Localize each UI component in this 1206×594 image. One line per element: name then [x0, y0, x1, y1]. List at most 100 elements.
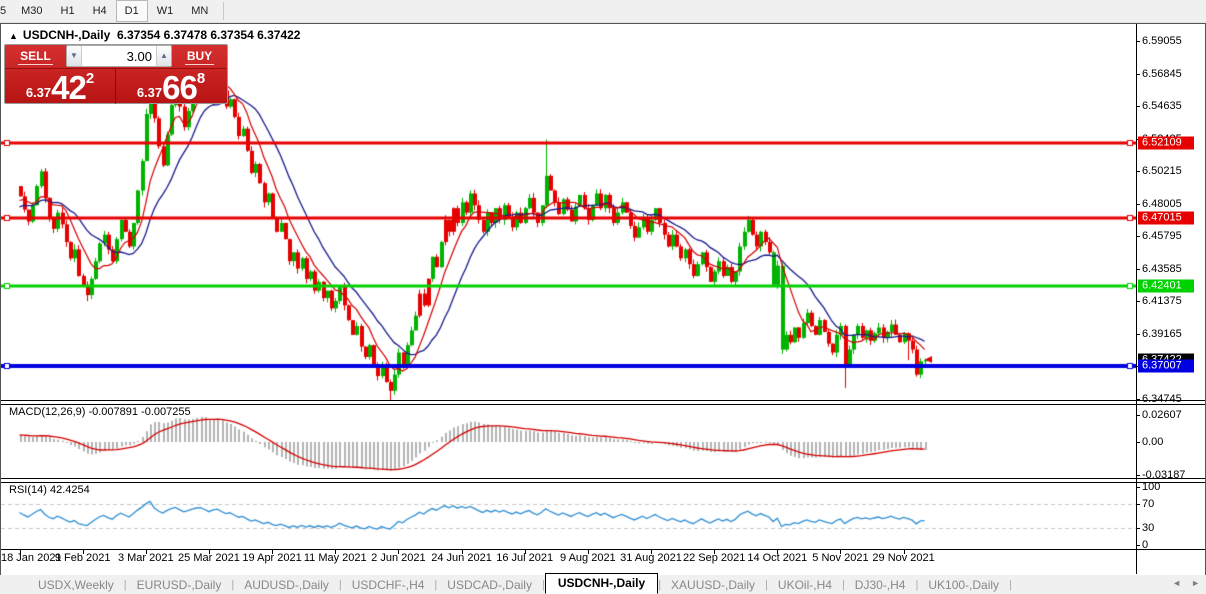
timeframe-button-mn[interactable]: MN — [182, 0, 217, 22]
hline-label: 6.42401 — [1138, 280, 1194, 293]
price-tick-dash — [1136, 399, 1140, 400]
price-tick-label: 6.45795 — [1142, 230, 1182, 242]
chart-tab-ukoil-h4[interactable]: UKOil-,H4 — [768, 577, 842, 593]
buy-price-box[interactable]: 6.37668 — [116, 68, 226, 104]
timeframe-button-m30[interactable]: M30 — [12, 0, 51, 22]
price-tick-label: 6.34745 — [1142, 393, 1182, 405]
chart-tab-uk100-daily[interactable]: UK100-,Daily — [918, 577, 1009, 593]
buy-button[interactable]: BUY — [172, 49, 227, 63]
hline-label: 6.52109 — [1138, 137, 1194, 150]
rsi-tick-dash — [1136, 528, 1140, 529]
rsi-title: RSI(14) 42.4254 — [9, 484, 90, 496]
one-click-trade-panel: SELL ▼ ▲ BUY 6.37422 6.37668 — [4, 44, 228, 104]
date-label: 22 Sep 2021 — [683, 552, 745, 564]
timeframe-toolbar: 5M30H1H4D1W1MN — [0, 0, 1206, 23]
tab-scroll-left-icon[interactable]: ◄ — [1172, 578, 1181, 588]
tab-separator: | — [1009, 579, 1012, 591]
timeframe-button-w1[interactable]: W1 — [148, 0, 183, 22]
rsi-bottom-border — [1, 549, 1205, 550]
date-label: 31 Aug 2021 — [620, 552, 682, 564]
date-label: 29 Nov 2021 — [872, 552, 934, 564]
price-tick-dash — [1136, 301, 1140, 302]
chart-ohlc-values: 6.37354 6.37478 6.37354 6.37422 — [117, 28, 301, 42]
date-label: 14 Oct 2021 — [747, 552, 807, 564]
price-tick-dash — [1136, 269, 1140, 270]
volume-increase-icon[interactable]: ▲ — [156, 46, 171, 66]
date-label: 3 Mar 2021 — [118, 552, 174, 564]
rsi-tick-label: 30 — [1142, 522, 1154, 534]
price-tick-label: 6.59055 — [1142, 35, 1182, 47]
sell-price-sup: 2 — [86, 70, 94, 87]
rsi-tick-label: 100 — [1142, 481, 1160, 493]
main-macd-separator[interactable] — [1, 400, 1205, 405]
hline-label: 6.47015 — [1138, 212, 1194, 225]
timeframe-button-h4[interactable]: H4 — [84, 0, 116, 22]
macd-tick-label: 0.02607 — [1142, 409, 1182, 421]
price-tick-label: 6.48005 — [1142, 198, 1182, 210]
date-label: 5 Nov 2021 — [812, 552, 868, 564]
chart-tab-usdchf-h4[interactable]: USDCHF-,H4 — [342, 577, 435, 593]
macd-tick-dash — [1136, 415, 1140, 416]
price-tick-label: 6.39165 — [1142, 328, 1182, 340]
chart-tab-usdcnh-daily[interactable]: USDCNH-,Daily — [545, 573, 658, 594]
sell-price-prefix: 6.37 — [26, 85, 51, 100]
rsi-tick-dash — [1136, 487, 1140, 488]
volume-stepper: ▼ ▲ — [66, 45, 172, 67]
chart-header: ▲ USDCNH-,Daily 6.37354 6.37478 6.37354 6… — [9, 28, 300, 42]
date-label: 2 Jun 2021 — [371, 552, 425, 564]
sell-price-big: 42 — [51, 73, 86, 103]
chart-symbol-label: USDCNH-,Daily — [23, 28, 110, 42]
toolbar-separator — [223, 2, 224, 20]
price-tick-dash — [1136, 171, 1140, 172]
chart-window: ▲ USDCNH-,Daily 6.37354 6.37478 6.37354 6… — [0, 23, 1206, 576]
macd-tick-label: -0.03187 — [1142, 469, 1185, 481]
date-label: 9 Aug 2021 — [560, 552, 616, 564]
chart-tab-audusd-daily[interactable]: AUDUSD-,Daily — [234, 577, 339, 593]
price-tick-label: 6.56845 — [1142, 68, 1182, 80]
volume-decrease-icon[interactable]: ▼ — [67, 46, 82, 66]
date-label: 19 Apr 2021 — [242, 552, 301, 564]
macd-tick-dash — [1136, 442, 1140, 443]
price-tick-dash — [1136, 106, 1140, 107]
hline-label: 6.37007 — [1138, 359, 1194, 372]
price-tick-label: 6.41375 — [1142, 295, 1182, 307]
date-label: 25 Mar 2021 — [178, 552, 240, 564]
chart-tab-usdx-weekly[interactable]: USDX,Weekly — [28, 577, 124, 593]
volume-input[interactable] — [82, 46, 156, 66]
price-tick-dash — [1136, 334, 1140, 335]
macd-rsi-separator[interactable] — [1, 478, 1205, 483]
collapse-icon[interactable]: ▲ — [9, 31, 18, 41]
tab-scroll-right-icon[interactable]: ► — [1191, 578, 1200, 588]
rsi-tick-label: 0 — [1142, 539, 1148, 551]
buy-price-big: 66 — [162, 73, 197, 103]
date-label: 16 Jul 2021 — [496, 552, 553, 564]
timeframe-button-d1[interactable]: D1 — [116, 0, 148, 22]
price-tick-dash — [1136, 41, 1140, 42]
rsi-tick-dash — [1136, 545, 1140, 546]
chart-tab-eurusd-daily[interactable]: EURUSD-,Daily — [127, 577, 232, 593]
price-tick-dash — [1136, 204, 1140, 205]
sell-price-box[interactable]: 6.37422 — [5, 68, 116, 104]
price-tick-label: 6.54635 — [1142, 100, 1182, 112]
date-label: 18 Jan 2021 — [1, 552, 62, 564]
date-label: 9 Feb 2021 — [55, 552, 111, 564]
buy-price-sup: 8 — [197, 70, 205, 87]
timeframe-button-h1[interactable]: H1 — [52, 0, 84, 22]
timeframe-button-5[interactable]: 5 — [0, 0, 12, 22]
price-tick-label: 6.43585 — [1142, 263, 1182, 275]
chart-tab-xauusd-daily[interactable]: XAUUSD-,Daily — [661, 577, 765, 593]
chart-tab-dj30-h4[interactable]: DJ30-,H4 — [845, 577, 916, 593]
buy-price-prefix: 6.37 — [137, 85, 162, 100]
chart-tab-usdcad-daily[interactable]: USDCAD-,Daily — [437, 577, 542, 593]
rsi-tick-label: 70 — [1142, 498, 1154, 510]
trading-platform-window: 5M30H1H4D1W1MN ▲ USDCNH-,Daily 6.37354 6.… — [0, 0, 1206, 594]
tab-scroll-arrows: ◄ ► — [1172, 578, 1200, 588]
rsi-tick-dash — [1136, 504, 1140, 505]
date-label: 24 Jun 2021 — [431, 552, 492, 564]
date-label: 11 May 2021 — [304, 552, 367, 564]
chart-tab-bar: USDX,Weekly|EURUSD-,Daily|AUDUSD-,Daily|… — [0, 575, 1206, 594]
price-tick-dash — [1136, 74, 1140, 75]
macd-tick-dash — [1136, 475, 1140, 476]
sell-button[interactable]: SELL — [5, 49, 66, 63]
price-tick-dash — [1136, 236, 1140, 237]
